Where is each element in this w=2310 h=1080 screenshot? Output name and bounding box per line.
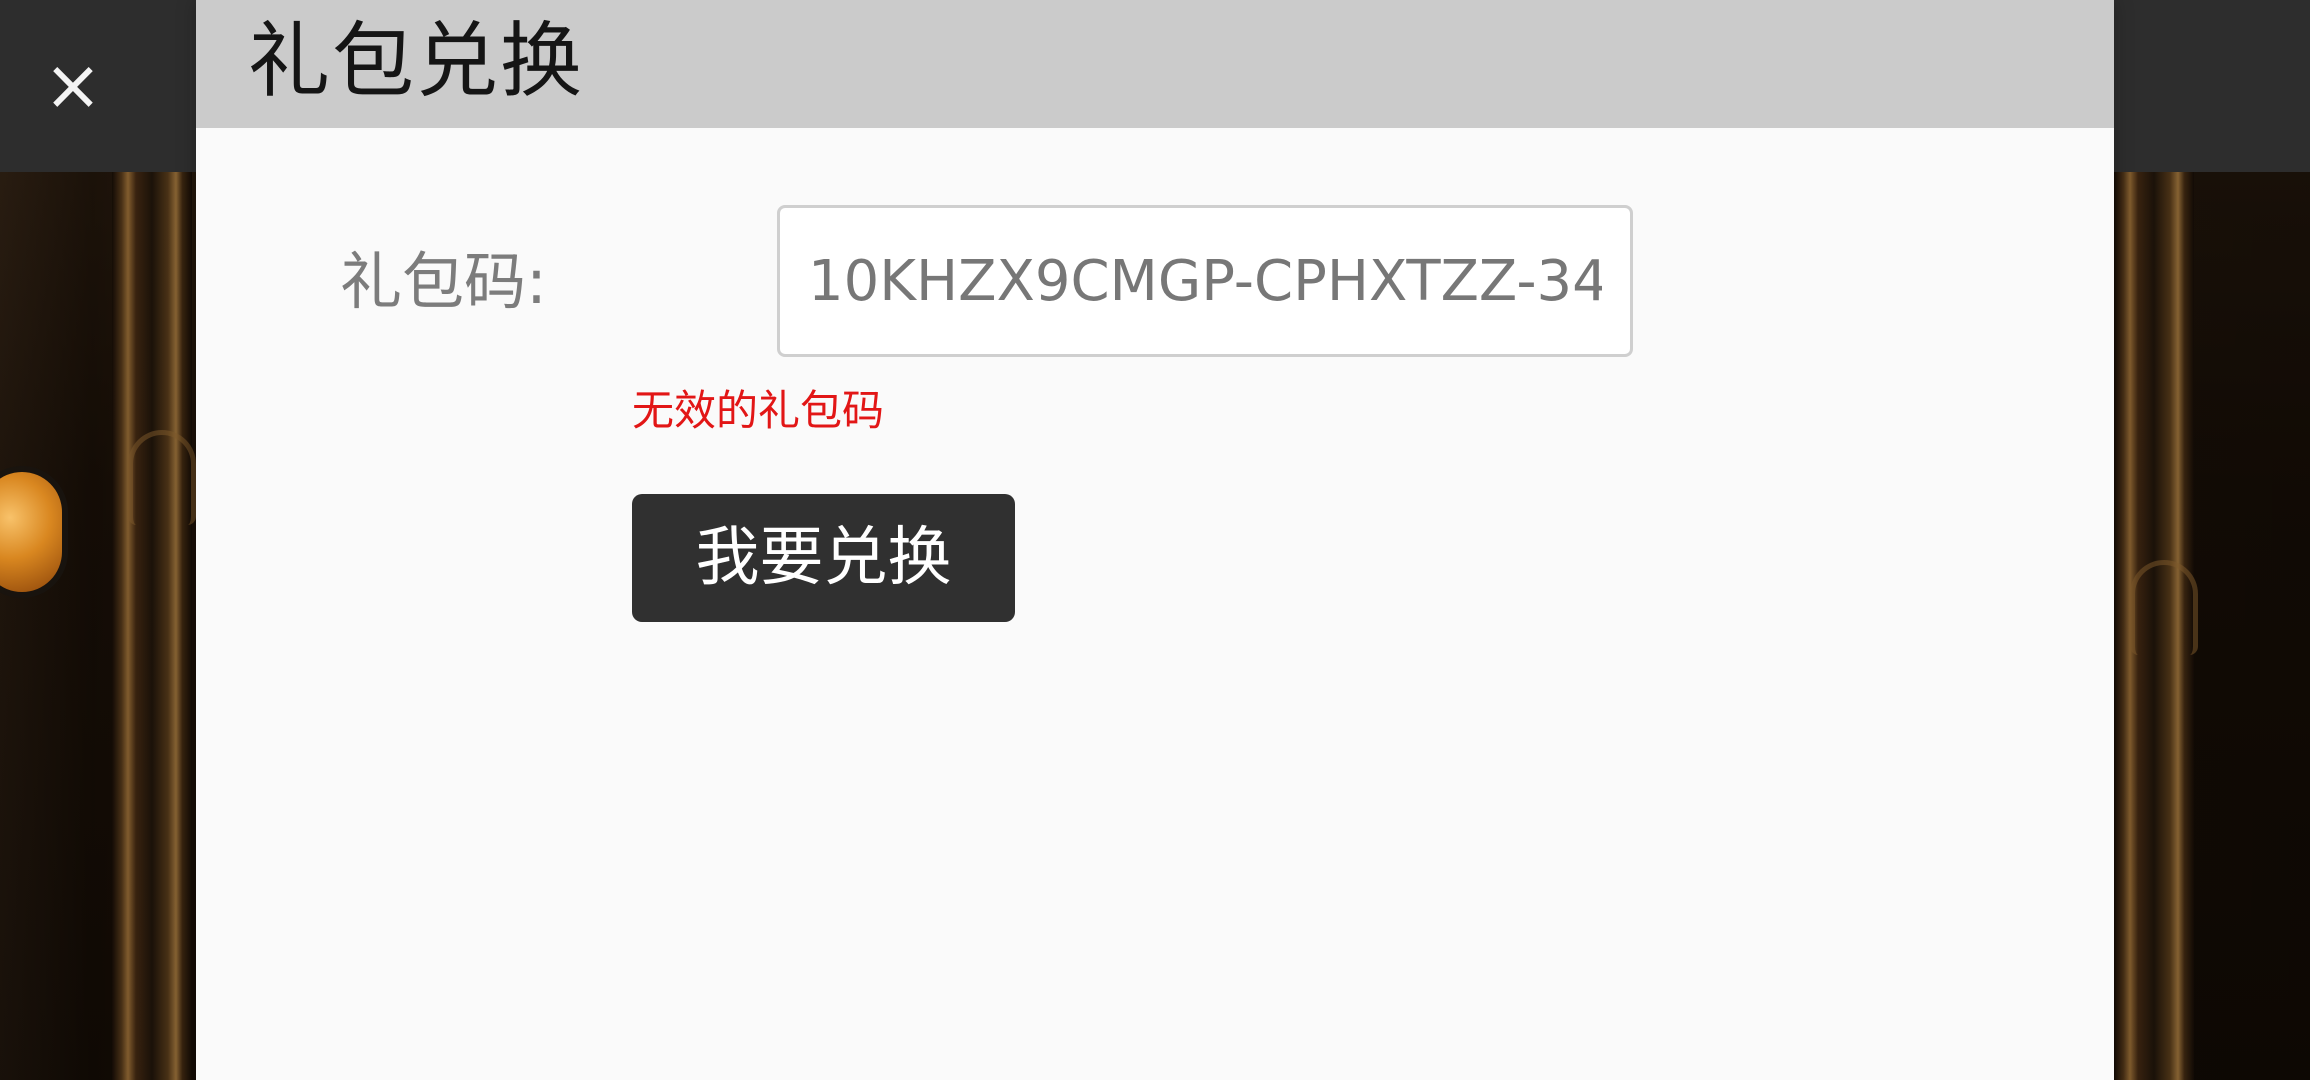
gift-code-label: 礼包码: bbox=[340, 245, 547, 318]
right-ornament bbox=[2130, 560, 2198, 655]
close-button[interactable]: × bbox=[36, 50, 110, 124]
close-icon: × bbox=[43, 44, 103, 126]
gift-code-field-row: 礼包码: bbox=[340, 205, 1633, 359]
dialog-header: 礼包兑换 bbox=[196, 0, 2114, 128]
game-avatar-icon bbox=[0, 472, 62, 592]
left-ornament bbox=[128, 430, 196, 525]
gift-code-dialog: 礼包兑换 礼包码: 无效的礼包码 我要兑换 bbox=[196, 0, 2114, 1080]
left-decorative-pillar bbox=[112, 172, 192, 1080]
redeem-button[interactable]: 我要兑换 bbox=[632, 494, 1015, 622]
dialog-title: 礼包兑换 bbox=[248, 14, 585, 109]
gift-code-input[interactable] bbox=[777, 205, 1633, 357]
invalid-code-message: 无效的礼包码 bbox=[632, 386, 885, 435]
